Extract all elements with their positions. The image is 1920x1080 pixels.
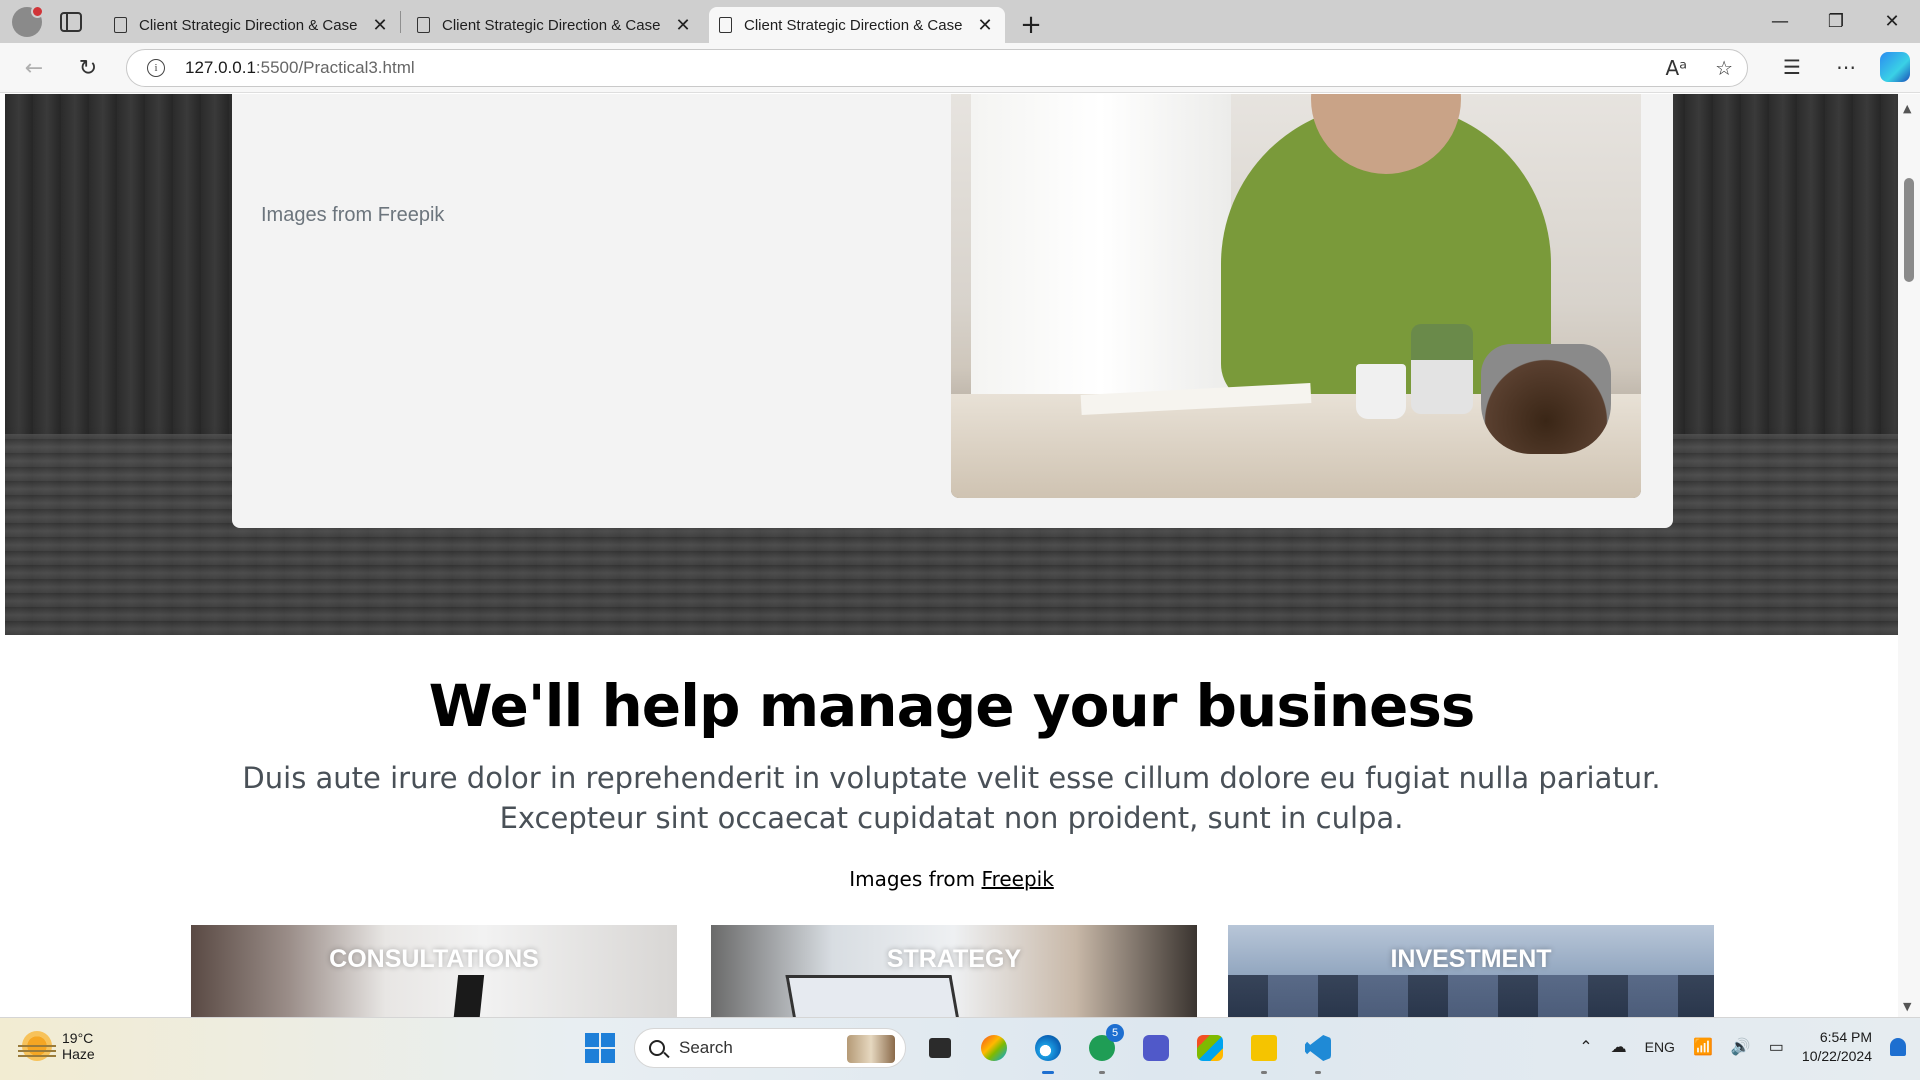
favorite-star-icon[interactable]: ☆ — [1715, 56, 1733, 80]
search-highlight-image — [847, 1035, 895, 1063]
teams-icon[interactable] — [1136, 1028, 1176, 1068]
page-icon — [719, 17, 732, 33]
edge-icon[interactable] — [1028, 1028, 1068, 1074]
whatsapp-badge: 5 — [1106, 1024, 1124, 1042]
hero-image-credit: Images from Freepik — [261, 204, 445, 226]
close-icon[interactable]: ✕ — [673, 15, 693, 36]
more-icon[interactable]: ⋯ — [1826, 49, 1866, 85]
browser-tab-bar: Client Strategic Direction & Case Studie… — [0, 0, 1920, 43]
card-title: STRATEGY — [886, 945, 1022, 973]
address-bar[interactable]: i 127.0.0.1 :5500/Practical3.html Aᵃ ☆ — [126, 49, 1748, 87]
photo-plant — [1411, 324, 1473, 414]
clock-time: 6:54 PM — [1819, 1029, 1872, 1045]
read-aloud-icon[interactable]: Aᵃ — [1666, 56, 1688, 80]
photo-window — [971, 94, 1231, 394]
section-title: We'll help manage your business — [428, 672, 1476, 740]
card-title: INVESTMENT — [1390, 945, 1552, 973]
hero-section: Images from Freepik — [5, 94, 1898, 635]
service-card-strategy[interactable]: STRATEGY — [711, 925, 1197, 1017]
search-icon — [649, 1040, 665, 1056]
system-tray: ⌃ ☁ ENG 📶 🔊 ▭ 6:54 PM 10/22/2024 — [1579, 1028, 1906, 1066]
close-icon[interactable]: ✕ — [975, 15, 995, 36]
photo-coffee-pot — [1481, 344, 1611, 454]
new-tab-button[interactable]: + — [1013, 7, 1049, 43]
page-viewport: Images from Freepik We'll help manage yo… — [5, 94, 1898, 1017]
task-view-icon[interactable] — [920, 1028, 960, 1068]
browser-tab[interactable]: Client Strategic Direction & Case Studie… — [104, 7, 400, 43]
scroll-up-icon[interactable]: ▲ — [1903, 102, 1911, 115]
copilot-icon[interactable] — [1880, 52, 1910, 82]
tab-title: Client Strategic Direction & Case Studie… — [744, 16, 967, 34]
battery-icon[interactable]: ▭ — [1769, 1037, 1784, 1057]
service-card-investment[interactable]: INVESTMENT — [1228, 925, 1714, 1017]
hero-photo-man-writing — [951, 94, 1641, 498]
taskbar-search[interactable]: Search — [634, 1028, 906, 1068]
page-icon — [417, 17, 430, 33]
chevron-up-icon[interactable]: ⌃ — [1579, 1037, 1592, 1057]
photo-cup — [1356, 364, 1406, 419]
volume-icon[interactable]: 🔊 — [1731, 1037, 1751, 1057]
section-lead: Duis aute irure dolor in reprehenderit i… — [242, 761, 1661, 835]
cloud-icon[interactable]: ☁ — [1611, 1037, 1627, 1057]
windows-taskbar: 19°C Haze Search 5 ⌃ ☁ ENG 📶 🔊 ▭ 6:54 PM… — [0, 1017, 1920, 1080]
restore-button[interactable]: ❐ — [1808, 0, 1864, 43]
tab-title: Client Strategic Direction & Case Studie… — [442, 16, 665, 34]
store-icon[interactable] — [1190, 1028, 1230, 1068]
service-card-consultations[interactable]: CONSULTATIONS — [191, 925, 677, 1017]
address-toolbar: ← ↻ i 127.0.0.1 :5500/Practical3.html Aᵃ… — [0, 43, 1920, 93]
tab-separator — [400, 10, 401, 33]
weather-condition: Haze — [62, 1046, 95, 1062]
minimize-button[interactable]: — — [1752, 0, 1808, 43]
file-explorer-icon[interactable] — [1244, 1028, 1284, 1074]
whatsapp-icon[interactable]: 5 — [1082, 1024, 1124, 1074]
refresh-icon[interactable]: ↻ — [72, 53, 104, 83]
tab-actions-icon[interactable] — [60, 11, 82, 32]
browser-tab-active[interactable]: Client Strategic Direction & Case Studie… — [709, 7, 1005, 43]
url-path: :5500/Practical3.html — [255, 58, 415, 77]
vscode-icon[interactable] — [1298, 1028, 1338, 1074]
credit-prefix: Images from — [849, 867, 982, 891]
freepik-link[interactable]: Freepik — [982, 867, 1054, 891]
page-scrollbar[interactable]: ▲ ▼ — [1898, 94, 1920, 1017]
weather-haze-icon — [18, 1031, 56, 1061]
url-host: 127.0.0.1 — [185, 58, 256, 77]
close-icon[interactable]: ✕ — [370, 15, 390, 36]
card-title: CONSULTATIONS — [329, 945, 539, 973]
profile-icon[interactable] — [12, 4, 44, 37]
clock-date: 10/22/2024 — [1801, 1048, 1872, 1064]
scrollbar-thumb[interactable] — [1904, 178, 1914, 282]
weather-temp: 19°C — [62, 1030, 94, 1046]
scroll-down-icon[interactable]: ▼ — [1903, 1000, 1911, 1013]
info-icon[interactable]: i — [147, 59, 165, 77]
search-placeholder: Search — [679, 1038, 733, 1057]
favorites-icon[interactable]: ☰ — [1772, 49, 1812, 85]
weather-widget[interactable]: 19°C Haze — [18, 1030, 95, 1062]
wifi-icon[interactable]: 📶 — [1693, 1037, 1713, 1057]
page-icon — [114, 17, 127, 33]
clock[interactable]: 6:54 PM 10/22/2024 — [1802, 1028, 1872, 1066]
section-image-credit: Images from Freepik — [5, 867, 1898, 891]
hero-card: Images from Freepik — [232, 94, 1673, 528]
windows-start-icon[interactable] — [580, 1028, 620, 1068]
language-indicator[interactable]: ENG — [1645, 1039, 1675, 1055]
copilot-app-icon[interactable] — [974, 1028, 1014, 1068]
browser-tab[interactable]: Client Strategic Direction & Case Studie… — [407, 7, 703, 43]
close-window-button[interactable]: ✕ — [1864, 0, 1920, 43]
back-icon[interactable]: ← — [18, 53, 50, 83]
tab-title: Client Strategic Direction & Case Studie… — [139, 16, 362, 34]
notification-bell-icon[interactable] — [1890, 1038, 1906, 1056]
window-controls: — ❐ ✕ — [1752, 0, 1920, 43]
